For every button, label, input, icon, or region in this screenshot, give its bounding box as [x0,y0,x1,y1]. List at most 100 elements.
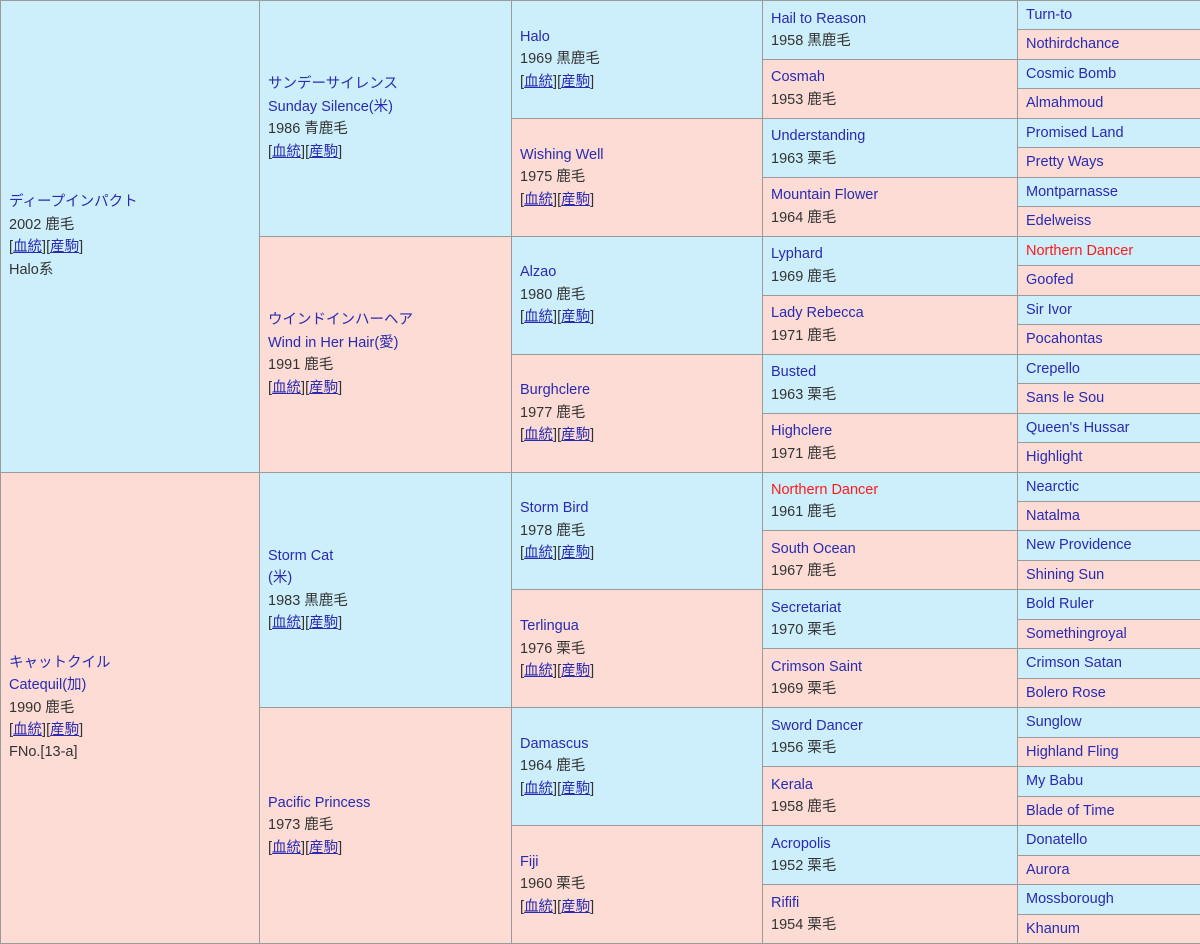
offspring-link[interactable]: 産駒 [309,380,338,396]
pedigree-link[interactable]: 血統 [524,899,553,915]
pedigree-link[interactable]: 血統 [524,192,553,208]
cell-gen5-9: Goofed [1018,266,1200,295]
horse-name[interactable]: Khanum [1026,918,1200,940]
offspring-link[interactable]: 産駒 [561,74,590,90]
horse-name[interactable]: Alzao [520,261,754,283]
horse-name[interactable]: Terlingua [520,615,754,637]
horse-name[interactable]: Crimson Satan [1026,652,1200,674]
horse-name[interactable]: Lyphard [771,243,1009,265]
horse-name[interactable]: Hail to Reason [771,8,1009,30]
offspring-link[interactable]: 産駒 [561,427,590,443]
horse-name[interactable]: Mountain Flower [771,184,1009,206]
horse-name[interactable]: Understanding [771,125,1009,147]
offspring-link[interactable]: 産駒 [309,615,338,631]
cell-gen5-16: Nearctic [1018,472,1200,501]
offspring-link[interactable]: 産駒 [309,840,338,856]
horse-name[interactable]: Sir Ivor [1026,299,1200,321]
horse-name[interactable]: Wishing Well [520,144,754,166]
offspring-link[interactable]: 産駒 [561,899,590,915]
pedigree-table: ディープインパクト2002 鹿毛[血統][産駒]Halo系サンデーサイレンスSu… [0,0,1200,944]
horse-name[interactable]: Crepello [1026,358,1200,380]
horse-name[interactable]: Sunday Silence(米) [268,96,503,118]
horse-name[interactable]: Highclere [771,420,1009,442]
horse-name[interactable]: Montparnasse [1026,181,1200,203]
pedigree-link[interactable]: 血統 [13,722,42,738]
horse-name[interactable]: Nearctic [1026,476,1200,498]
horse-name[interactable]: Somethingroyal [1026,623,1200,645]
horse-name[interactable]: Wind in Her Hair(愛) [268,332,503,354]
cell-gen5-6: Montparnasse [1018,177,1200,206]
horse-name[interactable]: Storm Cat [268,545,503,567]
horse-name[interactable]: Edelweiss [1026,210,1200,232]
horse-name[interactable]: Goofed [1026,269,1200,291]
horse-name-ja[interactable]: キャットクイル [9,652,251,674]
pedigree-link[interactable]: 血統 [272,144,301,160]
cell-gen4-14: Acropolis1952 栗毛 [763,826,1018,885]
horse-name[interactable]: Highland Fling [1026,741,1200,763]
pedigree-link[interactable]: 血統 [272,380,301,396]
horse-name[interactable]: Aurora [1026,859,1200,881]
cell-gen4-6: Busted1963 栗毛 [763,354,1018,413]
horse-name[interactable]: Catequil(加) [9,674,251,696]
horse-name[interactable]: Pacific Princess [268,792,503,814]
horse-name-ja[interactable]: ディープインパクト [9,191,251,213]
horse-name[interactable]: Bolero Rose [1026,682,1200,704]
pedigree-link[interactable]: 血統 [524,663,553,679]
horse-name[interactable]: Queen's Hussar [1026,417,1200,439]
horse-name[interactable]: Damascus [520,733,754,755]
horse-name[interactable]: Secretariat [771,597,1009,619]
horse-name[interactable]: Promised Land [1026,122,1200,144]
offspring-link[interactable]: 産駒 [561,192,590,208]
horse-name[interactable]: Northern Dancer [1026,240,1200,262]
horse-name[interactable]: Donatello [1026,829,1200,851]
horse-name[interactable]: Turn-to [1026,4,1200,26]
horse-name[interactable]: Pretty Ways [1026,151,1200,173]
horse-name[interactable]: Lady Rebecca [771,302,1009,324]
horse-name[interactable]: Northern Dancer [771,479,1009,501]
pedigree-link[interactable]: 血統 [272,615,301,631]
offspring-link[interactable]: 産駒 [561,781,590,797]
horse-name[interactable]: Rififi [771,892,1009,914]
horse-name[interactable]: Shining Sun [1026,564,1200,586]
offspring-link[interactable]: 産駒 [561,663,590,679]
horse-name[interactable]: Almahmoud [1026,92,1200,114]
horse-name[interactable]: Blade of Time [1026,800,1200,822]
horse-name[interactable]: Kerala [771,774,1009,796]
horse-name[interactable]: Sword Dancer [771,715,1009,737]
horse-name[interactable]: Sans le Sou [1026,387,1200,409]
horse-name[interactable]: Cosmah [771,66,1009,88]
horse-name[interactable]: Nothirdchance [1026,33,1200,55]
horse-name[interactable]: Highlight [1026,446,1200,468]
pedigree-link[interactable]: 血統 [13,239,42,255]
horse-name[interactable]: Crimson Saint [771,656,1009,678]
horse-name[interactable]: Burghclere [520,379,754,401]
pedigree-link[interactable]: 血統 [524,74,553,90]
horse-links: [血統][産駒] [520,306,754,328]
horse-name[interactable]: South Ocean [771,538,1009,560]
horse-name[interactable]: Sunglow [1026,711,1200,733]
horse-name[interactable]: Storm Bird [520,497,754,519]
horse-name[interactable]: Busted [771,361,1009,383]
horse-name[interactable]: Bold Ruler [1026,593,1200,615]
horse-name-ja[interactable]: ウインドインハーヘア [268,309,503,331]
pedigree-link[interactable]: 血統 [524,309,553,325]
horse-name[interactable]: Halo [520,26,754,48]
offspring-link[interactable]: 産駒 [50,722,79,738]
pedigree-link[interactable]: 血統 [524,781,553,797]
horse-name[interactable]: Cosmic Bomb [1026,63,1200,85]
horse-name[interactable]: New Providence [1026,534,1200,556]
offspring-link[interactable]: 産駒 [561,545,590,561]
horse-name-ja[interactable]: サンデーサイレンス [268,73,503,95]
horse-name[interactable]: Acropolis [771,833,1009,855]
pedigree-link[interactable]: 血統 [524,427,553,443]
horse-name[interactable]: Natalma [1026,505,1200,527]
horse-name[interactable]: Mossborough [1026,888,1200,910]
pedigree-link[interactable]: 血統 [272,840,301,856]
offspring-link[interactable]: 産駒 [50,239,79,255]
offspring-link[interactable]: 産駒 [309,144,338,160]
horse-name[interactable]: My Babu [1026,770,1200,792]
pedigree-link[interactable]: 血統 [524,545,553,561]
horse-name[interactable]: Fiji [520,851,754,873]
offspring-link[interactable]: 産駒 [561,309,590,325]
horse-name[interactable]: Pocahontas [1026,328,1200,350]
